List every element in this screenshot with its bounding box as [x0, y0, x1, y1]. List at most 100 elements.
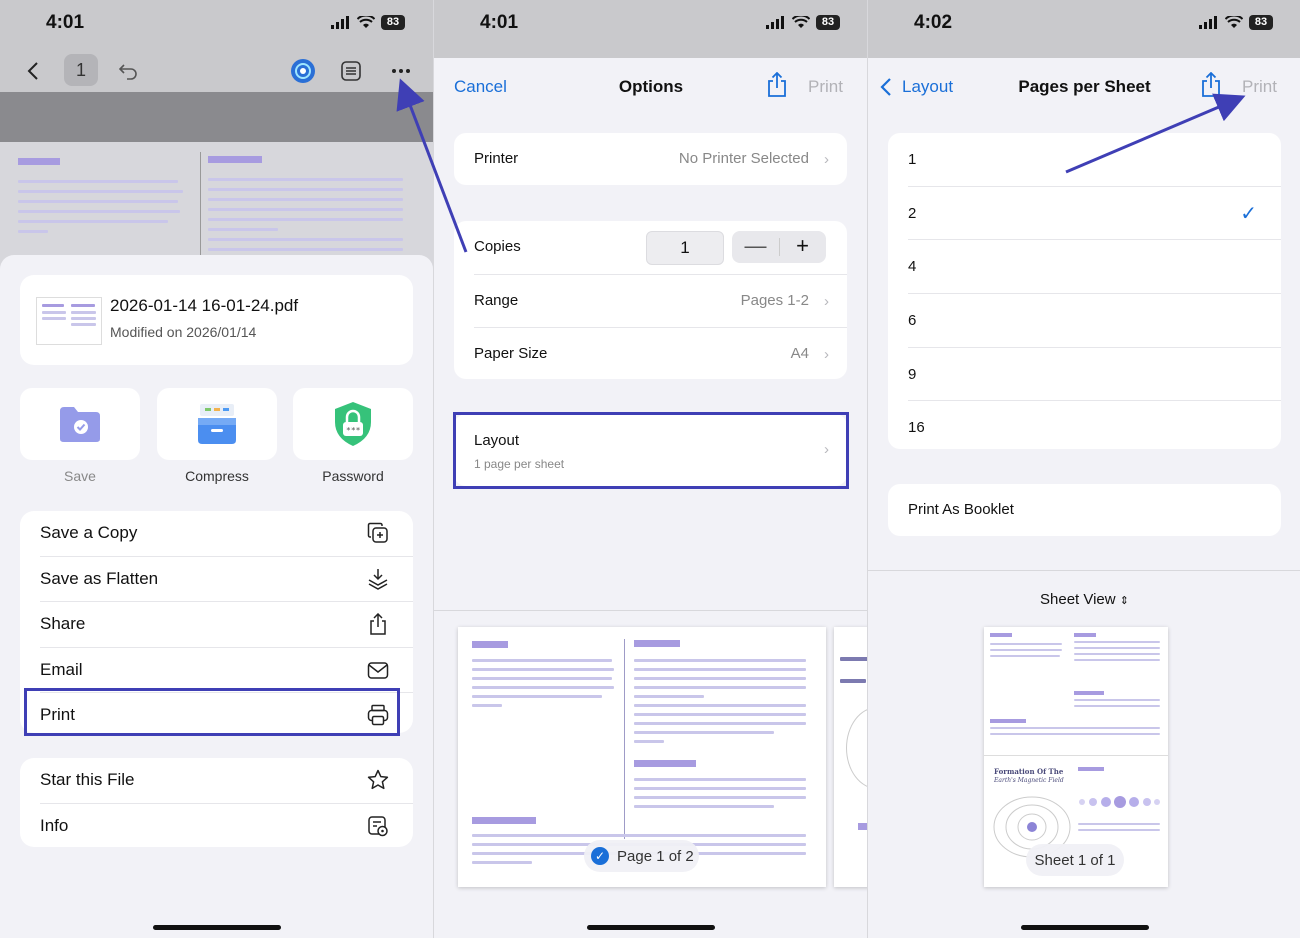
modal-title: Pages per Sheet [1018, 77, 1151, 96]
folder-check-icon [60, 407, 100, 442]
wifi-icon [792, 16, 810, 28]
option-6[interactable]: 6 [908, 294, 1281, 348]
menu-item-label: Save as Flatten [40, 568, 159, 588]
option-label: 1 [908, 151, 917, 168]
option-16[interactable]: 16 [908, 401, 1281, 454]
decrement-button[interactable]: — [732, 231, 779, 263]
share-icon[interactable] [766, 72, 788, 98]
battery-icon: 83 [381, 15, 405, 30]
archive-box-icon [198, 404, 236, 444]
option-label: 9 [908, 365, 917, 383]
sheet-indicator-label: Sheet 1 of 1 [1034, 851, 1116, 869]
status-icons: 83 [766, 15, 840, 30]
share-icon[interactable] [1200, 72, 1222, 98]
menu-item-email[interactable]: Email [40, 648, 413, 693]
printer-card: Printer No Printer Selected › [454, 133, 847, 185]
paper-size-row[interactable]: Paper Size A4 › [474, 328, 847, 381]
increment-button[interactable]: + [779, 231, 826, 263]
printer-label: Printer [474, 150, 519, 167]
reader-toolbar: 1 [0, 48, 433, 92]
status-time: 4:02 [914, 12, 953, 33]
more-button[interactable] [386, 56, 416, 86]
print-preview: ✓ Page 1 of 2 [434, 610, 868, 938]
home-indicator [1020, 925, 1149, 930]
copies-stepper: — + [732, 231, 826, 263]
menu-item-label: Share [40, 614, 86, 633]
file-menu-secondary: Star this File Info [20, 758, 413, 847]
battery-icon: 83 [1249, 15, 1273, 30]
sheet-view-selector[interactable]: Sheet View ⇕ [868, 591, 1300, 608]
undo-button[interactable] [114, 56, 144, 86]
list-icon [341, 61, 361, 81]
outline-button[interactable] [336, 56, 366, 86]
print-options-panel: 4:01 83 Options Cancel Print Printer No … [433, 0, 868, 938]
booklet-label: Print As Booklet [908, 501, 1014, 518]
range-label: Range [474, 291, 519, 309]
spheres-diagram [1079, 796, 1160, 808]
heading-tag [472, 817, 536, 824]
print-button[interactable]: Print [1242, 77, 1277, 97]
star-icon [367, 769, 389, 790]
copy-plus-icon [367, 522, 388, 543]
sheet-preview: Sheet View ⇕ Formation Of The Earth's Ma… [868, 570, 1300, 938]
status-bar: 4:02 83 [868, 0, 1300, 48]
ai-assistant-icon [291, 59, 315, 83]
layout-modal: Layout Pages per Sheet Print 1 2 ✓ 4 6 9 … [868, 58, 1300, 938]
paper-size-label: Paper Size [474, 345, 548, 362]
file-name: 2026-01-14 16-01-24.pdf [110, 296, 299, 315]
sheet-view-label: Sheet View [1040, 591, 1116, 608]
option-9[interactable]: 9 [908, 348, 1281, 402]
pages-per-sheet-panel: 4:02 83 Layout Pages per Sheet Print 1 2… [867, 0, 1300, 938]
page-number-badge[interactable]: 1 [64, 54, 98, 86]
cancel-button[interactable]: Cancel [454, 77, 507, 97]
print-highlight-box [24, 688, 400, 736]
sheet-indicator: Sheet 1 of 1 [1026, 844, 1124, 876]
menu-item-save-copy[interactable]: Save a Copy [40, 511, 413, 557]
file-actions-panel: 4:01 83 1 2026-01-14 16-01-24.pdf Modifi… [0, 0, 433, 938]
password-action[interactable]: *** [293, 388, 413, 460]
status-icons: 83 [1199, 15, 1273, 30]
menu-item-star[interactable]: Star this File [40, 758, 413, 804]
chevron-updown-icon: ⇕ [1119, 595, 1129, 607]
menu-item-share[interactable]: Share [40, 602, 413, 648]
printer-row[interactable]: Printer No Printer Selected › [474, 133, 847, 185]
option-4[interactable]: 4 [908, 240, 1281, 295]
file-modified: Modified on 2026/01/14 [110, 324, 257, 340]
range-row[interactable]: Range Pages 1-2 › [474, 275, 847, 328]
svg-text:***: *** [346, 426, 361, 435]
home-indicator [152, 925, 281, 930]
cellular-signal-icon [766, 16, 784, 29]
range-value: Pages 1-2 [740, 291, 809, 309]
ai-assistant-button[interactable] [288, 56, 318, 86]
menu-item-info[interactable]: Info [40, 804, 413, 849]
status-time: 4:01 [480, 12, 519, 33]
chevron-right-icon: › [824, 292, 829, 310]
save-action-label: Save [64, 468, 96, 484]
menu-item-label: Email [40, 659, 83, 679]
cellular-signal-icon [1199, 16, 1217, 29]
option-2[interactable]: 2 ✓ [908, 187, 1281, 241]
password-action-label: Password [322, 468, 384, 484]
menu-item-label: Save a Copy [40, 523, 138, 542]
copies-label: Copies [474, 238, 521, 255]
save-action[interactable] [20, 388, 140, 460]
printer-value: No Printer Selected [678, 150, 809, 167]
paper-size-value: A4 [790, 345, 809, 362]
menu-item-save-flatten[interactable]: Save as Flatten [40, 557, 413, 602]
action-sheet: 2026-01-14 16-01-24.pdf Modified on 2026… [0, 255, 433, 938]
option-1[interactable]: 1 [908, 133, 1281, 187]
checkmark-icon: ✓ [1240, 202, 1257, 225]
back-button[interactable] [18, 56, 48, 86]
copies-input[interactable]: 1 [646, 231, 724, 265]
booklet-card[interactable]: Print As Booklet [888, 484, 1281, 536]
file-thumbnail [36, 297, 102, 345]
layout-highlight-box [453, 412, 849, 489]
info-doc-icon [368, 815, 388, 836]
preview-caption-2: Earth's Magnetic Field [994, 777, 1064, 784]
print-button[interactable]: Print [808, 77, 843, 97]
undo-icon [119, 64, 137, 80]
compress-action[interactable] [157, 388, 277, 460]
preview-page-next[interactable] [834, 627, 868, 887]
menu-item-label: Info [40, 815, 69, 835]
heading-tag [634, 640, 680, 647]
